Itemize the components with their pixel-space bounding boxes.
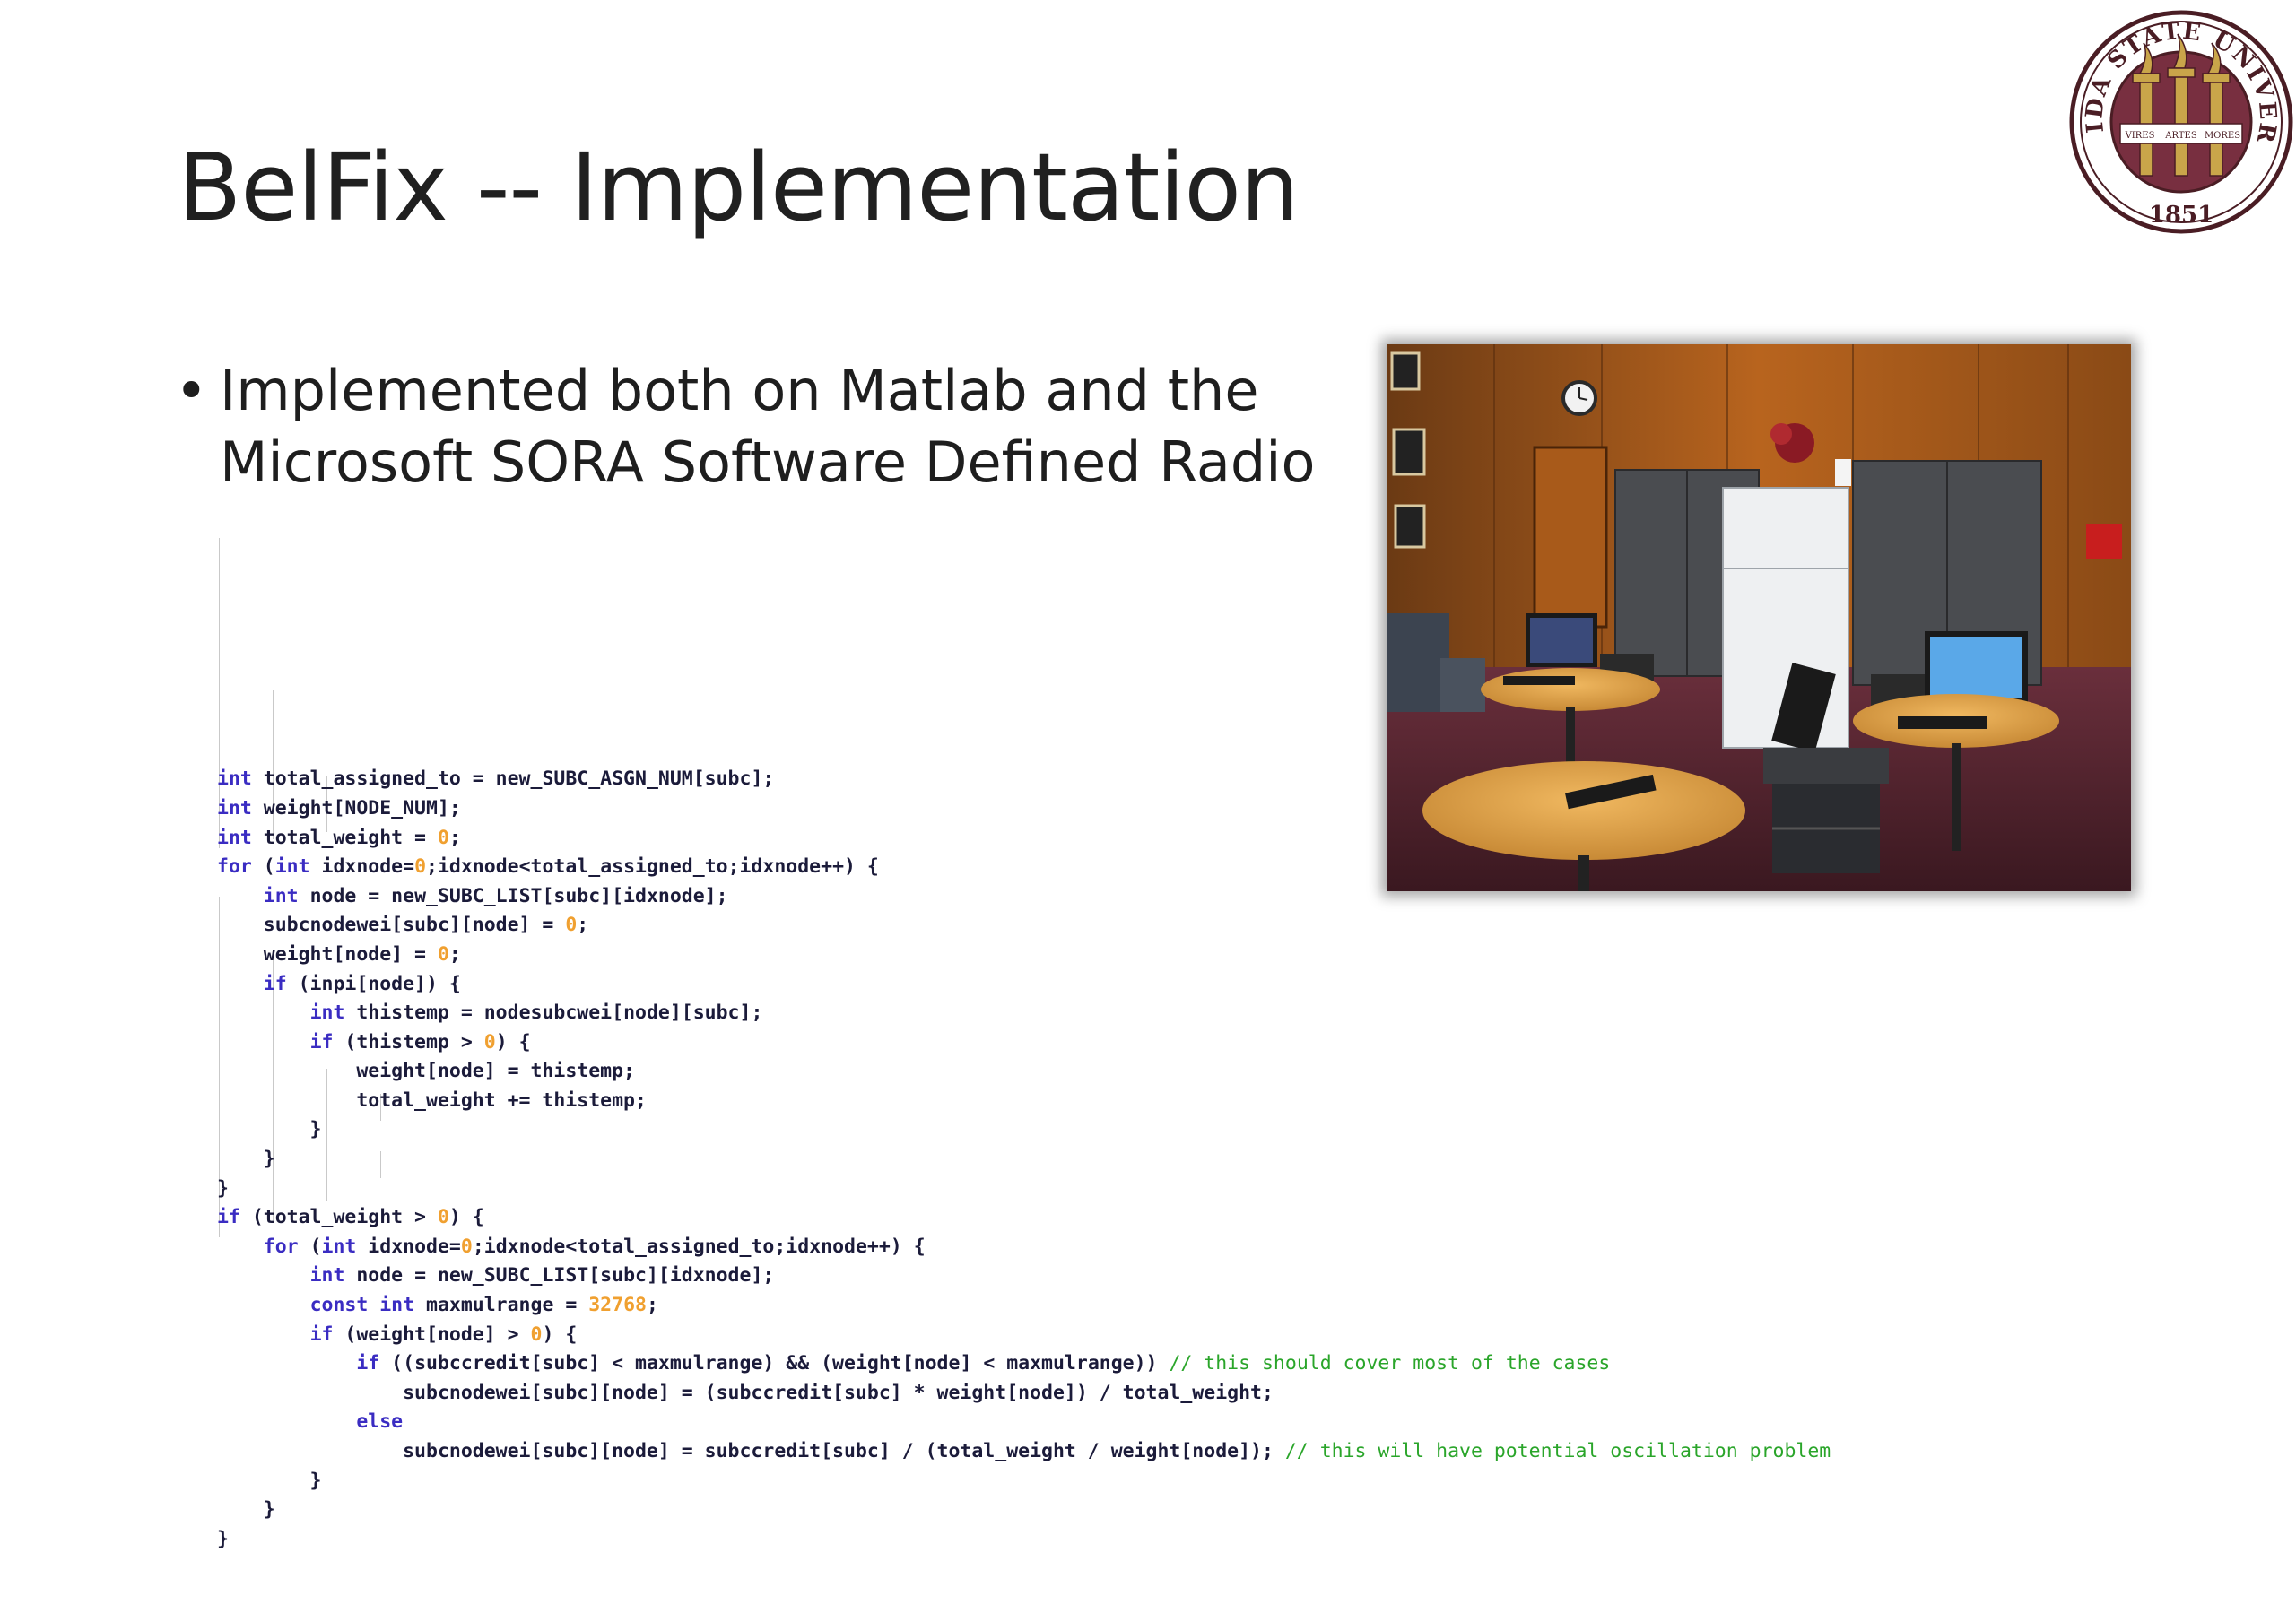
slide-title: BelFix -- Implementation [178, 133, 1300, 242]
seal-word-3: MORES [2205, 131, 2240, 141]
code-line: } [217, 1118, 322, 1141]
code-line: int node = new_SUBC_LIST[subc][idxnode]; [309, 1264, 775, 1288]
code-line: subcnodewei[subc][node] = subccredit[sub… [217, 1440, 1831, 1462]
code-line: if (inpi[node]) { [263, 972, 461, 995]
code-line: const int maxmulrange = 32768; [309, 1294, 658, 1317]
bullet-item: • Implemented both on Matlab and the Mic… [175, 355, 1368, 499]
university-seal-icon: FLORIDA STATE UNIVERSITY 1851 VIRES ARTE… [2068, 9, 2293, 234]
code-line: weight[node] = 0; [217, 942, 461, 966]
code-line: } [217, 1176, 229, 1200]
code-line: } [217, 1527, 229, 1550]
code-line: if (weight[node] > 0) { [309, 1322, 578, 1346]
code-line: subcnodewei[subc][node] = (subccredit[su… [217, 1381, 1274, 1404]
code-line: int thistemp = nodesubcwei[node][subc]; [309, 1002, 763, 1025]
bullet-marker: • [175, 358, 208, 423]
bullet-line-1: Implemented both on Matlab and the [220, 358, 1259, 423]
slide: BelFix -- Implementation FLORIDA STATE U… [0, 0, 2296, 1550]
code-line: if ((subccredit[subc] < maxmulrange) && … [356, 1352, 1611, 1375]
seal-word-1: VIRES [2125, 131, 2155, 141]
code-line: for (int idxnode=0;idxnode<total_assigne… [263, 1235, 926, 1258]
lab-room-image [1387, 344, 2131, 891]
code-line: subcnodewei[subc][node] = 0; [217, 914, 589, 937]
code-line: } [217, 1148, 275, 1171]
seal-year: 1851 [2149, 202, 2213, 229]
code-line: } [217, 1498, 275, 1522]
bullet-line-2: Microsoft SORA Software Defined Radio [220, 429, 1316, 495]
code-line: if (thistemp > 0) { [309, 1030, 531, 1054]
code-line: total_weight += thistemp; [217, 1088, 647, 1112]
code-line: if (total_weight > 0) { [217, 1206, 484, 1229]
seal-word-2: ARTES [2164, 131, 2197, 141]
lab-photo [1387, 344, 2131, 891]
code-line: else [356, 1410, 404, 1434]
code-line: } [217, 1469, 322, 1492]
code-line: weight[node] = thistemp; [217, 1060, 635, 1083]
